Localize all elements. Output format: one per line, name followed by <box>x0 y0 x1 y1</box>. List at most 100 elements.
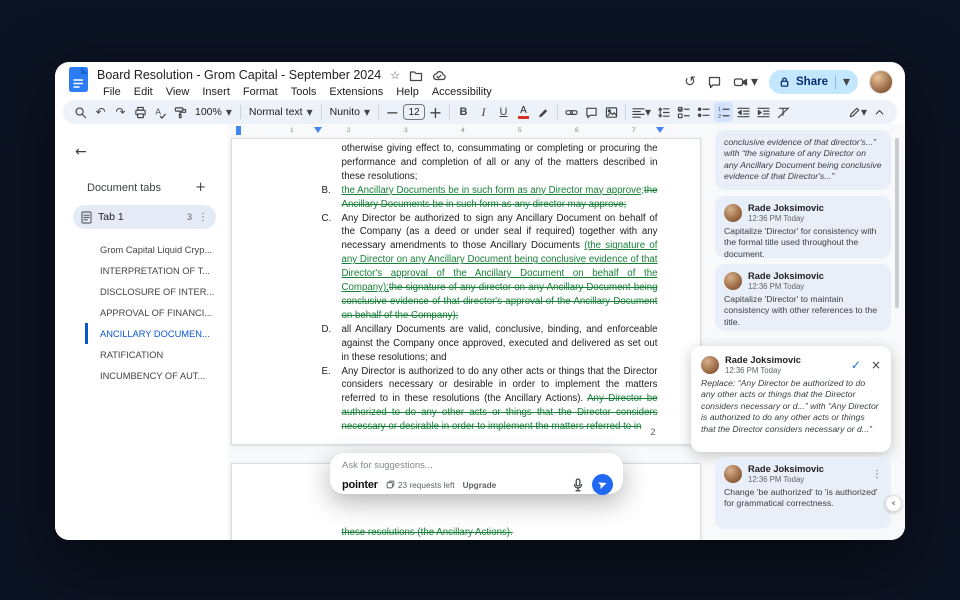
ruler[interactable]: 1 2 3 4 5 6 7 <box>228 124 703 138</box>
underline-button[interactable]: U <box>494 102 513 122</box>
font-select[interactable]: Nunito ▾ <box>326 102 374 122</box>
editing-mode-button[interactable]: ▾ <box>846 102 869 122</box>
paragraph-style-select[interactable]: Normal text ▾ <box>245 102 317 122</box>
text-color-button[interactable]: A <box>514 102 533 122</box>
redo-button[interactable]: ↷ <box>111 102 130 122</box>
outline-item-ancillary[interactable]: ANCILLARY DOCUMEN... <box>85 323 228 344</box>
accept-suggestion-button[interactable]: ✓ <box>851 358 861 372</box>
comment-menu-button[interactable]: ⋮ <box>872 469 882 480</box>
numbered-list-icon: 1 2 <box>717 106 730 119</box>
share-button[interactable]: Share ▾ <box>769 70 858 94</box>
add-tab-button[interactable]: + <box>195 180 206 195</box>
align-button[interactable]: ▾ <box>630 102 653 122</box>
star-icon[interactable]: ☆ <box>390 70 400 81</box>
hide-menus-button[interactable] <box>870 102 889 122</box>
paragraph-item-c[interactable]: C.Any Director be authorized to sign any… <box>342 212 658 323</box>
line-spacing-button[interactable] <box>654 102 673 122</box>
document-page-1[interactable]: otherwise giving effect to, consummating… <box>231 138 701 445</box>
back-button[interactable]: ← <box>75 144 228 160</box>
ai-input[interactable]: Ask for suggestions... <box>342 460 613 471</box>
page-number: 2 <box>650 427 655 438</box>
upgrade-button[interactable]: Upgrade <box>463 480 497 490</box>
replace-prefix: Replace: <box>701 378 738 388</box>
spell-check-button[interactable]: A <box>151 102 170 122</box>
paragraph-page2[interactable]: these resolutions (the Ancillary Actions… <box>342 526 658 540</box>
account-avatar[interactable] <box>869 70 893 94</box>
ruler-right-indent-marker[interactable] <box>656 127 664 133</box>
menu-edit[interactable]: Edit <box>128 85 159 99</box>
decrease-indent-button[interactable] <box>734 102 753 122</box>
insert-comment-button[interactable] <box>582 102 601 122</box>
highlight-color-button[interactable] <box>534 102 553 122</box>
move-folder-icon[interactable] <box>409 69 423 82</box>
increase-indent-button[interactable] <box>754 102 773 122</box>
comment-time: 12:36 PM Today <box>748 214 824 223</box>
checklist-icon <box>677 106 690 119</box>
comment-avatar <box>724 465 742 483</box>
menu-extensions[interactable]: Extensions <box>323 85 389 99</box>
font-size-input[interactable]: 12 <box>403 104 425 120</box>
comment-card[interactable]: Rade Joksimovic 12:36 PM Today Capitaliz… <box>715 264 891 331</box>
comment-card[interactable]: Rade Joksimovic 12:36 PM Today Capitaliz… <box>715 196 891 258</box>
link-icon <box>565 106 578 119</box>
docs-logo-icon[interactable] <box>69 67 88 92</box>
paragraph-item-e[interactable]: E.Any Director is authorized to do any o… <box>342 365 658 435</box>
outline-item-disclosure[interactable]: DISCLOSURE OF INTER... <box>85 281 228 302</box>
open-comments-icon[interactable] <box>707 75 722 89</box>
ai-suggestion-box[interactable]: Ask for suggestions... pointer 23 reques… <box>330 453 623 494</box>
bulleted-list-button[interactable] <box>694 102 713 122</box>
meet-button[interactable]: ▾ <box>733 75 758 89</box>
outline-item-incumbency[interactable]: INCUMBENCY OF AUT... <box>85 365 228 386</box>
menu-file[interactable]: File <box>97 85 127 99</box>
decrease-font-size-button[interactable]: − <box>383 102 402 122</box>
numbered-list-button[interactable]: 1 2 <box>714 102 733 122</box>
send-button[interactable] <box>592 474 613 495</box>
tab-menu-button[interactable]: ⋮ <box>198 212 208 223</box>
menu-format[interactable]: Format <box>237 85 284 99</box>
menu-view[interactable]: View <box>160 85 196 99</box>
collapse-comments-button[interactable]: ‹ <box>885 495 902 512</box>
paragraph-item-b[interactable]: B.the Ancillary Documents be in such for… <box>342 184 658 212</box>
comment-header: Rade Joksimovic 12:36 PM Today <box>724 203 882 223</box>
cloud-status-icon[interactable] <box>432 69 446 82</box>
mic-button[interactable] <box>572 478 584 492</box>
outline-item-interpretation[interactable]: INTERPRETATION OF T... <box>85 260 228 281</box>
reject-suggestion-button[interactable]: × <box>871 358 881 372</box>
print-button[interactable] <box>131 102 150 122</box>
header-main: Board Resolution - Grom Capital - Septem… <box>97 67 684 99</box>
comments-scrollbar[interactable] <box>895 138 899 308</box>
zoom-select[interactable]: 100% ▾ <box>191 102 236 122</box>
insert-image-button[interactable] <box>602 102 621 122</box>
comment-card[interactable]: Rade Joksimovic 12:36 PM Today ⋮ Change … <box>715 457 891 529</box>
paragraph-intro[interactable]: otherwise giving effect to, consummating… <box>342 142 658 184</box>
paint-format-button[interactable] <box>171 102 190 122</box>
body-text: all Ancillary Documents are valid, concl… <box>342 324 658 363</box>
ruler-margin-marker[interactable] <box>236 126 241 135</box>
page-title[interactable]: Board Resolution - Grom Capital - Septem… <box>97 68 381 82</box>
italic-button[interactable]: I <box>474 102 493 122</box>
menu-help[interactable]: Help <box>390 85 425 99</box>
svg-text:2: 2 <box>718 113 721 118</box>
share-caret-icon[interactable]: ▾ <box>843 75 850 89</box>
ruler-number: 1 <box>290 127 294 134</box>
suggestion-card-active[interactable]: Rade Joksimovic 12:36 PM Today ✓ × Repla… <box>691 346 891 452</box>
menu-tools[interactable]: Tools <box>285 85 323 99</box>
increase-font-size-button[interactable]: + <box>426 102 445 122</box>
outline-item-ratification[interactable]: RATIFICATION <box>85 344 228 365</box>
version-history-icon[interactable]: ↺ <box>684 75 696 89</box>
checklist-button[interactable] <box>674 102 693 122</box>
outline-item-approval[interactable]: APPROVAL OF FINANCI... <box>85 302 228 323</box>
comment-meta: Rade Joksimovic 12:36 PM Today <box>748 271 824 291</box>
tab-item-1[interactable]: Tab 1 3 ⋮ <box>73 205 216 229</box>
bold-button[interactable]: B <box>454 102 473 122</box>
menu-accessibility[interactable]: Accessibility <box>426 85 498 99</box>
insert-link-button[interactable] <box>562 102 581 122</box>
undo-button[interactable]: ↶ <box>91 102 110 122</box>
outline-item-title[interactable]: Grom Capital Liquid Cryp... <box>85 239 228 260</box>
paragraph-item-d[interactable]: D.all Ancillary Documents are valid, con… <box>342 323 658 365</box>
clear-formatting-button[interactable] <box>774 102 793 122</box>
comment-card-clipped[interactable]: conclusive evidence of that director's..… <box>715 130 891 190</box>
search-menus-button[interactable] <box>71 102 90 122</box>
menu-insert[interactable]: Insert <box>196 85 236 99</box>
ruler-indent-marker[interactable] <box>314 127 322 133</box>
